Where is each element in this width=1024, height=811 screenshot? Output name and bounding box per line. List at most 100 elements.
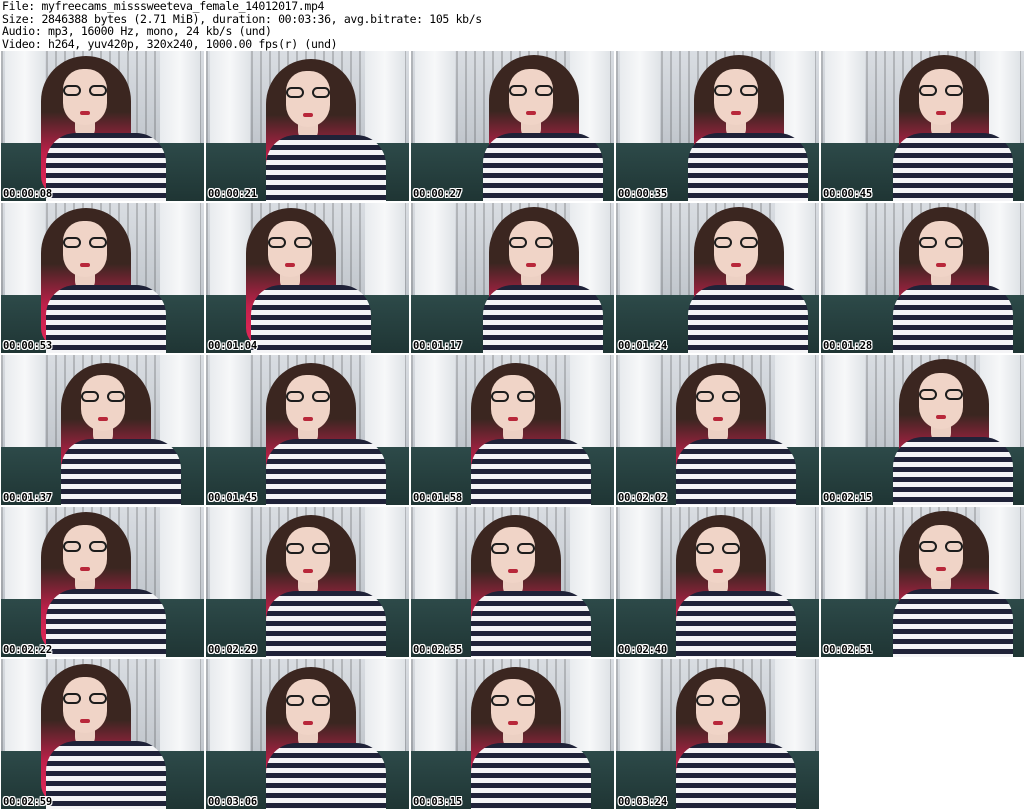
striped-shirt: [893, 589, 1013, 657]
video-thumbnail: 00:01:04: [206, 203, 409, 353]
video-thumbnail: 00:00:08: [1, 51, 204, 201]
thumbnail-timestamp: 00:01:37: [3, 492, 52, 504]
face: [286, 71, 330, 127]
thumbnail-timestamp: 00:01:58: [413, 492, 462, 504]
face: [491, 679, 535, 735]
lips: [80, 567, 90, 571]
thumbnail-timestamp: 00:00:35: [618, 188, 667, 200]
face: [696, 527, 740, 583]
face: [919, 221, 963, 277]
lips: [80, 111, 90, 115]
glasses-icon: [63, 693, 107, 705]
thumbnail-timestamp: 00:02:29: [208, 644, 257, 656]
glasses-icon: [286, 543, 330, 555]
glasses-icon: [63, 237, 107, 249]
glasses-icon: [509, 237, 553, 249]
video-thumbnail: 00:03:15: [411, 659, 614, 809]
thumbnail-timestamp: 00:01:17: [413, 340, 462, 352]
thumbnail-timestamp: 00:02:02: [618, 492, 667, 504]
glasses-icon: [63, 85, 107, 97]
striped-shirt: [471, 591, 591, 657]
lips: [713, 721, 723, 725]
striped-shirt: [251, 285, 371, 353]
video-thumbnail: 00:02:29: [206, 507, 409, 657]
striped-shirt: [471, 439, 591, 505]
face: [714, 221, 758, 277]
glasses-icon: [81, 391, 125, 403]
thumbnail-timestamp: 00:00:08: [3, 188, 52, 200]
thumbnail-timestamp: 00:01:28: [823, 340, 872, 352]
lips: [508, 721, 518, 725]
face: [509, 69, 553, 125]
video-thumbnail: 00:00:27: [411, 51, 614, 201]
face: [268, 221, 312, 277]
file-name-line: File: myfreecams_misssweeteva_female_140…: [2, 0, 325, 13]
face: [491, 375, 535, 431]
lips: [936, 567, 946, 571]
glasses-icon: [509, 85, 553, 97]
video-thumbnail: 00:02:22: [1, 507, 204, 657]
lips: [713, 569, 723, 573]
glasses-icon: [919, 85, 963, 97]
video-thumbnail: 00:01:17: [411, 203, 614, 353]
face: [919, 373, 963, 429]
thumbnail-timestamp: 00:01:04: [208, 340, 257, 352]
lips: [303, 721, 313, 725]
video-thumbnail: 00:01:28: [821, 203, 1024, 353]
video-thumbnail: 00:01:37: [1, 355, 204, 505]
lips: [713, 417, 723, 421]
thumbnail-timestamp: 00:03:15: [413, 796, 462, 808]
striped-shirt: [266, 591, 386, 657]
glasses-icon: [491, 695, 535, 707]
striped-shirt: [46, 741, 166, 809]
video-thumbnail: 00:02:59: [1, 659, 204, 809]
striped-shirt: [266, 135, 386, 201]
video-thumbnail: 00:00:53: [1, 203, 204, 353]
striped-shirt: [266, 743, 386, 809]
striped-shirt: [61, 439, 181, 505]
striped-shirt: [676, 743, 796, 809]
glasses-icon: [714, 237, 758, 249]
face: [919, 525, 963, 581]
video-thumbnail: 00:00:35: [616, 51, 819, 201]
lips: [80, 719, 90, 723]
thumbnail-timestamp: 00:01:24: [618, 340, 667, 352]
video-thumbnail: 00:00:21: [206, 51, 409, 201]
thumbnail-timestamp: 00:03:06: [208, 796, 257, 808]
glasses-icon: [491, 543, 535, 555]
video-thumbnail: 00:02:02: [616, 355, 819, 505]
lips: [936, 111, 946, 115]
striped-shirt: [893, 437, 1013, 505]
glasses-icon: [714, 85, 758, 97]
lips: [98, 417, 108, 421]
thumbnail-timestamp: 00:03:24: [618, 796, 667, 808]
video-thumbnail: 00:02:40: [616, 507, 819, 657]
glasses-icon: [696, 543, 740, 555]
striped-shirt: [483, 133, 603, 201]
face: [63, 525, 107, 581]
video-thumbnail: 00:02:15: [821, 355, 1024, 505]
striped-shirt: [46, 589, 166, 657]
striped-shirt: [266, 439, 386, 505]
face: [63, 69, 107, 125]
lips: [936, 263, 946, 267]
face: [696, 375, 740, 431]
lips: [285, 263, 295, 267]
video-thumbnail: 00:03:06: [206, 659, 409, 809]
glasses-icon: [696, 391, 740, 403]
face: [286, 375, 330, 431]
glasses-icon: [919, 389, 963, 401]
lips: [731, 263, 741, 267]
thumbnail-timestamp: 00:02:15: [823, 492, 872, 504]
thumbnail-timestamp: 00:02:51: [823, 644, 872, 656]
thumbnail-grid: 00:00:08 00:00:21 00:00:27 00:00:35 00:00:45…: [1, 51, 1024, 811]
lips: [80, 263, 90, 267]
face: [919, 69, 963, 125]
thumbnail-timestamp: 00:00:53: [3, 340, 52, 352]
glasses-icon: [286, 87, 330, 99]
face: [696, 679, 740, 735]
video-thumbnail: 00:00:45: [821, 51, 1024, 201]
face: [491, 527, 535, 583]
face: [81, 375, 125, 431]
striped-shirt: [46, 133, 166, 201]
